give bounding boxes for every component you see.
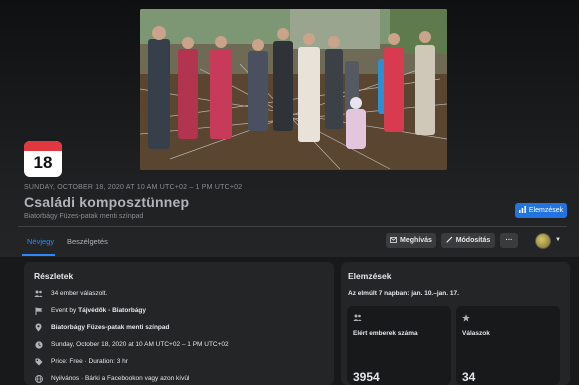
cover-photo-illustration bbox=[140, 9, 447, 170]
chevron-down-icon[interactable]: ▼ bbox=[555, 237, 561, 243]
time-row: Sunday, October 18, 2020 at 10 AM UTC+02… bbox=[34, 340, 229, 349]
privacy-text: Nyilvános · Bárki a Facebookon vagy azon… bbox=[51, 375, 190, 382]
people-icon bbox=[34, 289, 43, 298]
event-header: 18 SUNDAY, OCTOBER 18, 2020 AT 10 AM UTC… bbox=[0, 0, 579, 257]
location-link[interactable]: Biatorbágy Füzes-patak menti színpad bbox=[51, 324, 169, 331]
host-prefix: Event by bbox=[51, 307, 79, 314]
host-link[interactable]: Tájvédők - Biatorbágy bbox=[78, 307, 146, 314]
tag-icon bbox=[34, 357, 43, 366]
clock-icon bbox=[34, 340, 43, 349]
price-text: Price: Free · Duration: 3 hr bbox=[51, 358, 128, 365]
more-options-button[interactable]: ··· bbox=[500, 233, 518, 248]
people-icon bbox=[353, 314, 362, 323]
insights-period: Az elmúlt 7 napban: jan. 10.–jan. 17. bbox=[348, 290, 459, 297]
flag-icon bbox=[34, 306, 43, 315]
tab-about[interactable]: Névjegy bbox=[27, 237, 54, 246]
invite-button[interactable]: Meghívás bbox=[386, 233, 436, 248]
privacy-row: Nyilvános · Bárki a Facebookon vagy azon… bbox=[34, 374, 189, 383]
time-text: Sunday, October 18, 2020 at 10 AM UTC+02… bbox=[51, 341, 229, 348]
star-icon bbox=[462, 314, 470, 324]
pencil-icon bbox=[446, 236, 453, 245]
stat-responses-label: Válaszok bbox=[462, 330, 490, 337]
location-row: Biatorbágy Füzes-patak menti színpad bbox=[34, 323, 169, 332]
active-tab-indicator bbox=[22, 254, 55, 256]
globe-icon bbox=[34, 374, 43, 383]
pin-icon bbox=[34, 323, 43, 332]
host-row: Event by Tájvédők - Biatorbágy bbox=[34, 306, 146, 315]
responses-text: 34 ember válaszolt. bbox=[51, 290, 108, 297]
responses-row: 34 ember válaszolt. bbox=[34, 289, 107, 298]
insights-button[interactable]: Elemzések bbox=[515, 203, 567, 218]
stat-reach-label: Elért emberek száma bbox=[353, 330, 418, 337]
cover-photo[interactable] bbox=[140, 9, 447, 170]
edit-button[interactable]: Módosítás bbox=[441, 233, 495, 248]
page-avatar[interactable] bbox=[535, 233, 551, 249]
insights-card: Elemzések Az elmúlt 7 napban: jan. 10.–j… bbox=[341, 262, 570, 385]
insights-button-label: Elemzések bbox=[528, 207, 564, 214]
edit-button-label: Módosítás bbox=[455, 237, 491, 244]
header-divider bbox=[18, 226, 567, 227]
event-location[interactable]: Biatorbágy Füzes-patak menti színpad bbox=[24, 213, 143, 220]
insights-title: Elemzések bbox=[348, 271, 392, 281]
stat-responses[interactable]: Válaszok 34 bbox=[456, 306, 560, 385]
event-day: 18 bbox=[33, 153, 53, 172]
more-icon: ··· bbox=[505, 237, 513, 244]
envelope-icon bbox=[390, 236, 397, 245]
calendar-date-icon: 18 bbox=[24, 141, 62, 177]
details-title: Részletek bbox=[34, 271, 74, 281]
tab-discussion[interactable]: Beszélgetés bbox=[67, 237, 108, 246]
stat-responses-value: 34 bbox=[462, 370, 476, 384]
event-title: Családi komposztünnep bbox=[24, 194, 190, 210]
price-row: Price: Free · Duration: 3 hr bbox=[34, 357, 128, 366]
stat-reach[interactable]: Elért emberek száma 3954 bbox=[347, 306, 451, 385]
host-text: Event by Tájvédők - Biatorbágy bbox=[51, 307, 146, 314]
bar-chart-icon bbox=[518, 206, 526, 215]
calendar-band bbox=[24, 141, 62, 151]
event-datetime: SUNDAY, OCTOBER 18, 2020 AT 10 AM UTC+02… bbox=[24, 184, 243, 191]
invite-button-label: Meghívás bbox=[400, 237, 432, 244]
details-card: Részletek 34 ember válaszolt. Event by T… bbox=[24, 262, 334, 385]
stat-reach-value: 3954 bbox=[353, 370, 380, 384]
